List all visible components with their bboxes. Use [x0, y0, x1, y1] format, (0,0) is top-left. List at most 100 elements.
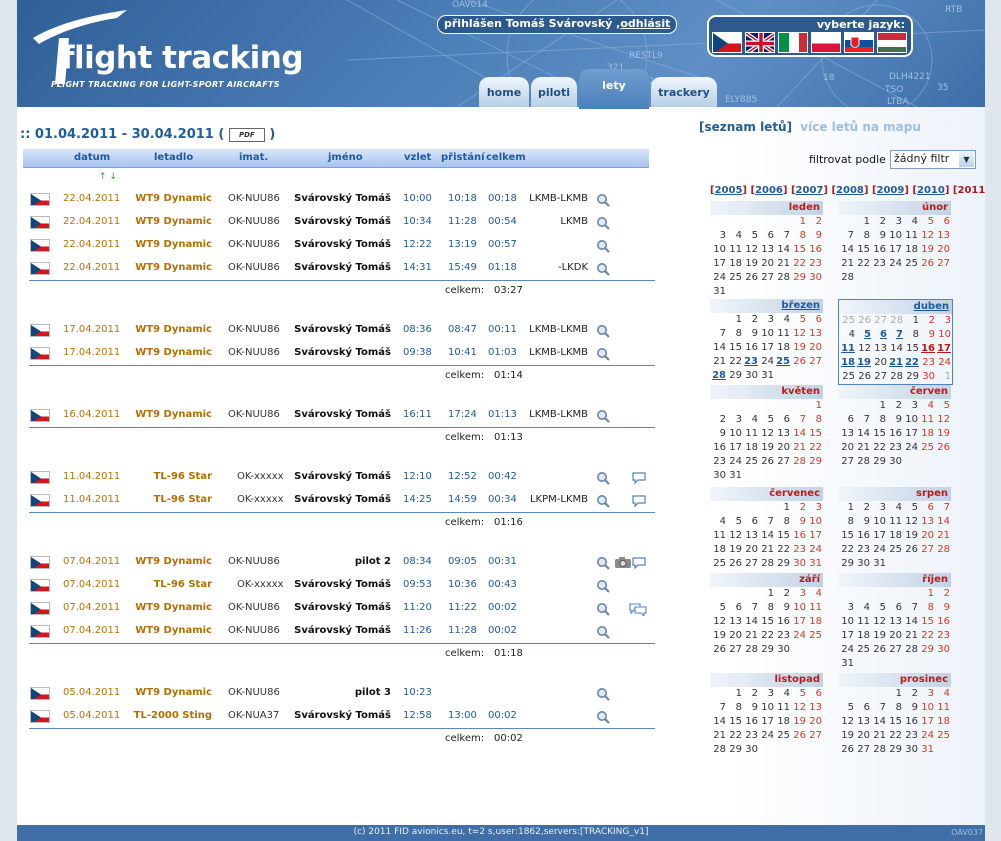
- search-icon[interactable]: [596, 579, 610, 593]
- month-name[interactable]: duben: [839, 300, 952, 314]
- camera-icon[interactable]: [614, 556, 632, 570]
- flag-hu-icon[interactable]: [877, 32, 907, 53]
- sort-arrows-icon[interactable]: ↑ ↓: [99, 172, 117, 182]
- pilot-name[interactable]: Svárovský Tomáš: [294, 494, 391, 505]
- search-icon[interactable]: [596, 687, 610, 701]
- aircraft-type[interactable]: TL-96 Star: [154, 471, 212, 482]
- aircraft-type[interactable]: WT9 Dynamic: [135, 347, 212, 358]
- col-imat[interactable]: imat.: [239, 152, 268, 163]
- calendar-day[interactable]: 19: [855, 356, 871, 370]
- search-icon[interactable]: [596, 324, 610, 338]
- filter-select[interactable]: žádný filtr ▼: [890, 150, 976, 169]
- aircraft-type[interactable]: WT9 Dynamic: [135, 556, 212, 567]
- flag-pl-icon[interactable]: [811, 32, 841, 53]
- calendar-day[interactable]: 22: [903, 356, 919, 370]
- search-icon[interactable]: [596, 556, 610, 570]
- calendar-day[interactable]: 21: [887, 356, 903, 370]
- tab-trackery[interactable]: trackery: [651, 77, 717, 107]
- table-row[interactable]: 22.04.2011 WT9 Dynamic OK-NUU86 Svárovský T…: [23, 234, 649, 257]
- calendar-day[interactable]: 7: [887, 328, 903, 342]
- table-row[interactable]: 07.04.2011 WT9 Dynamic OK-NUU86 Svárovský T…: [23, 620, 649, 643]
- calendar-day[interactable]: 5: [855, 328, 871, 342]
- table-row[interactable]: 11.04.2011 TL-96 Star OK-xxxxx Svárovský To…: [23, 466, 649, 489]
- aircraft-type[interactable]: WT9 Dynamic: [135, 324, 212, 335]
- aircraft-type[interactable]: WT9 Dynamic: [135, 193, 212, 204]
- pilot-name[interactable]: Svárovský Tomáš: [294, 579, 391, 590]
- table-row[interactable]: 17.04.2011 WT9 Dynamic OK-NUU86 Svárovský T…: [23, 342, 649, 365]
- aircraft-type[interactable]: TL-96 Star: [154, 579, 212, 590]
- table-row[interactable]: 07.04.2011 TL-96 Star OK-xxxxx Svárovský To…: [23, 574, 649, 597]
- aircraft-type[interactable]: WT9 Dynamic: [135, 625, 212, 636]
- pilot-name[interactable]: pilot 3: [355, 687, 391, 698]
- month-name[interactable]: březen: [710, 299, 823, 313]
- aircraft-type[interactable]: WT9 Dynamic: [135, 602, 212, 613]
- pilot-name[interactable]: Svárovský Tomáš: [294, 347, 391, 358]
- flag-cs-icon[interactable]: [712, 32, 742, 53]
- search-icon[interactable]: [596, 239, 610, 253]
- search-icon[interactable]: [596, 471, 610, 485]
- aircraft-type[interactable]: TL-96 Star: [154, 494, 212, 505]
- pilot-name[interactable]: Svárovský Tomáš: [294, 262, 391, 273]
- calendar-day[interactable]: 18: [839, 356, 855, 370]
- aircraft-type[interactable]: WT9 Dynamic: [135, 239, 212, 250]
- pilot-name[interactable]: Svárovský Tomáš: [294, 409, 391, 420]
- pilot-name[interactable]: Svárovský Tomáš: [294, 216, 391, 227]
- table-row[interactable]: 22.04.2011 WT9 Dynamic OK-NUU86 Svárovský T…: [23, 188, 649, 211]
- search-icon[interactable]: [596, 625, 610, 639]
- year-link-2005[interactable]: 2005: [715, 185, 743, 196]
- year-link-2011[interactable]: 2011: [957, 185, 985, 196]
- col-pristani[interactable]: přistání: [441, 152, 485, 163]
- pilot-name[interactable]: pilot 2: [355, 556, 391, 567]
- col-celkem[interactable]: celkem: [486, 152, 526, 163]
- calendar-day[interactable]: 6: [871, 328, 887, 342]
- year-link-2006[interactable]: 2006: [755, 185, 783, 196]
- table-row[interactable]: 22.04.2011 WT9 Dynamic OK-NUU86 Svárovský T…: [23, 211, 649, 234]
- table-row[interactable]: 05.04.2011 WT9 Dynamic OK-NUU86 pilot 3 10:2…: [23, 682, 649, 705]
- flag-it-icon[interactable]: [778, 32, 808, 53]
- table-row[interactable]: 05.04.2011 TL-2000 Sting OK-NUA37 Svárovský…: [23, 705, 649, 728]
- col-datum[interactable]: datum: [74, 152, 110, 163]
- table-row[interactable]: 07.04.2011 WT9 Dynamic OK-NUU86 pilot 2 08:3…: [23, 551, 649, 574]
- flight-list-link[interactable]: [seznam letů]: [699, 120, 792, 134]
- table-row[interactable]: 22.04.2011 WT9 Dynamic OK-NUU86 Svárovský T…: [23, 257, 649, 280]
- aircraft-type[interactable]: WT9 Dynamic: [135, 687, 212, 698]
- search-icon[interactable]: [596, 494, 610, 508]
- search-icon[interactable]: [596, 193, 610, 207]
- calendar-day[interactable]: 16: [919, 342, 935, 356]
- calendar-day[interactable]: 28: [710, 369, 726, 383]
- search-icon[interactable]: [596, 262, 610, 276]
- aircraft-type[interactable]: WT9 Dynamic: [135, 262, 212, 273]
- col-jmeno[interactable]: jméno: [328, 152, 363, 163]
- comment-icon[interactable]: [632, 471, 646, 485]
- tab-piloti[interactable]: piloti: [531, 77, 577, 107]
- year-link-2008[interactable]: 2008: [836, 185, 864, 196]
- flag-sk-icon[interactable]: [844, 32, 874, 53]
- calendar-day[interactable]: 17: [935, 342, 951, 356]
- table-row[interactable]: 11.04.2011 TL-96 Star OK-xxxxx Svárovský To…: [23, 489, 649, 512]
- col-letadlo[interactable]: letadlo: [154, 152, 193, 163]
- pilot-name[interactable]: Svárovský Tomáš: [294, 625, 391, 636]
- search-icon[interactable]: [596, 710, 610, 724]
- search-icon[interactable]: [596, 216, 610, 230]
- table-row[interactable]: 17.04.2011 WT9 Dynamic OK-NUU86 Svárovský T…: [23, 319, 649, 342]
- pilot-name[interactable]: Svárovský Tomáš: [294, 471, 391, 482]
- logout-link[interactable]: odhlásit: [620, 17, 670, 30]
- flag-en-icon[interactable]: [745, 32, 775, 53]
- table-row[interactable]: 16.04.2011 WT9 Dynamic OK-NUU86 Svárovský T…: [23, 404, 649, 427]
- table-row[interactable]: 07.04.2011 WT9 Dynamic OK-NUU86 Svárovský T…: [23, 597, 649, 620]
- aircraft-type[interactable]: TL-2000 Sting: [134, 710, 212, 721]
- pilot-name[interactable]: Svárovský Tomáš: [294, 324, 391, 335]
- more-flights-map-link[interactable]: více letů na mapu: [800, 120, 921, 134]
- calendar-day[interactable]: 25: [774, 355, 790, 369]
- comment-icon[interactable]: [632, 556, 646, 570]
- pilot-name[interactable]: Svárovský Tomáš: [294, 239, 391, 250]
- pdf-icon[interactable]: PDF: [228, 128, 265, 142]
- pilot-name[interactable]: Svárovský Tomáš: [294, 602, 391, 613]
- year-link-2007[interactable]: 2007: [796, 185, 824, 196]
- tab-lety[interactable]: lety: [579, 69, 649, 109]
- calendar-day[interactable]: 11: [839, 342, 855, 356]
- year-link-2010[interactable]: 2010: [917, 185, 945, 196]
- aircraft-type[interactable]: WT9 Dynamic: [135, 216, 212, 227]
- search-icon[interactable]: [596, 602, 610, 616]
- calendar-day[interactable]: 23: [742, 355, 758, 369]
